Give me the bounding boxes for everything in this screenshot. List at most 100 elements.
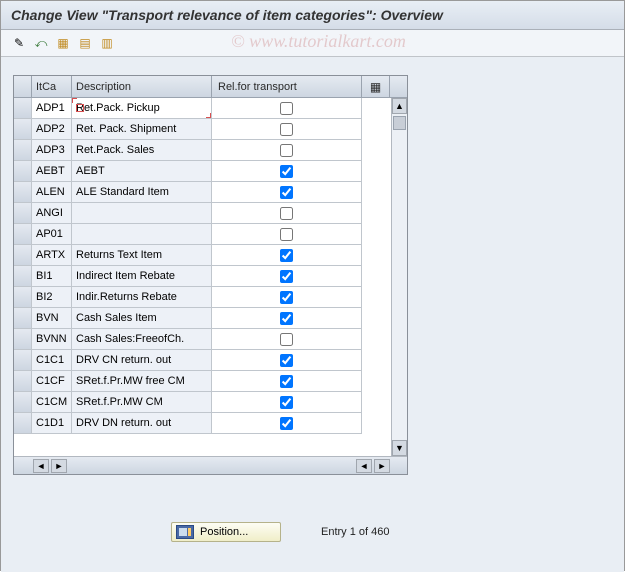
rel-checkbox[interactable] xyxy=(280,102,293,115)
description-cell[interactable]: Ret.Pack. Sales xyxy=(72,140,212,161)
description-column-header[interactable]: Description xyxy=(72,76,212,97)
description-cell[interactable]: Ret. Pack. Shipment xyxy=(72,119,212,140)
row-selector[interactable] xyxy=(14,308,32,329)
table-row[interactable]: AEBTAEBT xyxy=(14,161,380,182)
table-row[interactable]: ALENALE Standard Item xyxy=(14,182,380,203)
table-row[interactable]: C1CFSRet.f.Pr.MW free CM xyxy=(14,371,380,392)
hscroll-left-icon[interactable]: ◄ xyxy=(33,459,49,473)
configure-column-icon[interactable]: ▦ xyxy=(362,76,390,97)
row-selector[interactable] xyxy=(14,413,32,434)
itca-cell[interactable]: C1CF xyxy=(32,371,72,392)
description-cell[interactable]: AEBT xyxy=(72,161,212,182)
table-row[interactable]: ADP2Ret. Pack. Shipment xyxy=(14,119,380,140)
table-row[interactable]: BVNCash Sales Item xyxy=(14,308,380,329)
toggle-icon[interactable]: ✎ xyxy=(9,34,29,52)
rel-column-header[interactable]: Rel.for transport xyxy=(212,76,362,97)
row-selector[interactable] xyxy=(14,245,32,266)
row-selector[interactable] xyxy=(14,392,32,413)
itca-cell[interactable]: BI2 xyxy=(32,287,72,308)
description-cell[interactable]: DRV DN return. out xyxy=(72,413,212,434)
table-row[interactable]: C1C1DRV CN return. out xyxy=(14,350,380,371)
itca-cell[interactable]: ADP2 xyxy=(32,119,72,140)
itca-cell[interactable]: AEBT xyxy=(32,161,72,182)
rel-checkbox[interactable] xyxy=(280,186,293,199)
deselect-icon[interactable]: ▥ xyxy=(97,34,117,52)
row-selector[interactable] xyxy=(14,98,32,119)
scroll-down-icon[interactable]: ▼ xyxy=(392,440,407,456)
row-selector[interactable] xyxy=(14,224,32,245)
itca-cell[interactable]: C1D1 xyxy=(32,413,72,434)
description-cell[interactable]: Ret.Pack. Pickup xyxy=(72,98,212,119)
rel-checkbox[interactable] xyxy=(280,228,293,241)
row-selector[interactable] xyxy=(14,371,32,392)
description-cell[interactable]: Indir.Returns Rebate xyxy=(72,287,212,308)
table-row[interactable]: C1CMSRet.f.Pr.MW CM xyxy=(14,392,380,413)
row-selector[interactable] xyxy=(14,119,32,140)
description-cell[interactable]: ALE Standard Item xyxy=(72,182,212,203)
row-selector[interactable] xyxy=(14,266,32,287)
hscroll-left2-icon[interactable]: ◄ xyxy=(356,459,372,473)
table-row[interactable]: BVNNCash Sales:FreeofCh. xyxy=(14,329,380,350)
description-cell[interactable] xyxy=(72,224,212,245)
rel-checkbox[interactable] xyxy=(280,249,293,262)
itca-cell[interactable]: ARTX xyxy=(32,245,72,266)
table-row[interactable]: BI2Indir.Returns Rebate xyxy=(14,287,380,308)
itca-cell[interactable]: BI1 xyxy=(32,266,72,287)
description-cell[interactable]: SRet.f.Pr.MW CM xyxy=(72,392,212,413)
itca-cell[interactable]: C1CM xyxy=(32,392,72,413)
description-cell[interactable] xyxy=(72,203,212,224)
rel-checkbox[interactable] xyxy=(280,396,293,409)
itca-cell[interactable]: AP01 xyxy=(32,224,72,245)
rel-checkbox[interactable] xyxy=(280,312,293,325)
itca-cell[interactable]: BVNN xyxy=(32,329,72,350)
row-selector[interactable] xyxy=(14,161,32,182)
row-selector[interactable] xyxy=(14,140,32,161)
row-selector[interactable] xyxy=(14,329,32,350)
table-row[interactable]: C1D1DRV DN return. out xyxy=(14,413,380,434)
vertical-scrollbar[interactable]: ▲ ▼ xyxy=(391,98,407,456)
rel-checkbox[interactable] xyxy=(280,333,293,346)
table-row[interactable]: ADP3Ret.Pack. Sales xyxy=(14,140,380,161)
row-selector[interactable] xyxy=(14,287,32,308)
rel-checkbox[interactable] xyxy=(280,375,293,388)
table-row[interactable]: ANGI xyxy=(14,203,380,224)
rel-checkbox[interactable] xyxy=(280,417,293,430)
hscroll-right-icon[interactable]: ► xyxy=(51,459,67,473)
description-cell[interactable]: SRet.f.Pr.MW free CM xyxy=(72,371,212,392)
select-column-header[interactable] xyxy=(14,76,32,97)
description-cell[interactable]: Cash Sales:FreeofCh. xyxy=(72,329,212,350)
hscroll-right2-icon[interactable]: ► xyxy=(374,459,390,473)
select-all-icon[interactable]: ▦ xyxy=(53,34,73,52)
itca-cell[interactable]: ALEN xyxy=(32,182,72,203)
table-row[interactable]: AP01 xyxy=(14,224,380,245)
itca-column-header[interactable]: ItCa xyxy=(32,76,72,97)
position-button[interactable]: Position... xyxy=(171,522,281,542)
rel-checkbox[interactable] xyxy=(280,165,293,178)
description-cell[interactable]: DRV CN return. out xyxy=(72,350,212,371)
select-block-icon[interactable]: ▤ xyxy=(75,34,95,52)
scroll-thumb[interactable] xyxy=(393,116,406,130)
itca-cell[interactable]: ADP3 xyxy=(32,140,72,161)
horizontal-scrollbar[interactable]: ◄ ► ◄ ► xyxy=(14,456,407,474)
table-row[interactable]: ARTXReturns Text Item xyxy=(14,245,380,266)
rel-checkbox[interactable] xyxy=(280,291,293,304)
scroll-up-icon[interactable]: ▲ xyxy=(392,98,407,114)
row-selector[interactable] xyxy=(14,203,32,224)
undo-icon[interactable]: ⤺ xyxy=(31,34,51,52)
itca-cell[interactable]: ANGI xyxy=(32,203,72,224)
description-cell[interactable]: Indirect Item Rebate xyxy=(72,266,212,287)
table-row[interactable]: BI1Indirect Item Rebate xyxy=(14,266,380,287)
row-selector[interactable] xyxy=(14,350,32,371)
rel-checkbox[interactable] xyxy=(280,270,293,283)
itca-cell[interactable]: ADP1 xyxy=(32,98,72,119)
rel-checkbox[interactable] xyxy=(280,354,293,367)
description-cell[interactable]: Returns Text Item xyxy=(72,245,212,266)
table-row[interactable]: ADP1Ret.Pack. Pickup xyxy=(14,98,380,119)
scroll-track[interactable] xyxy=(392,114,407,440)
description-cell[interactable]: Cash Sales Item xyxy=(72,308,212,329)
rel-checkbox[interactable] xyxy=(280,144,293,157)
itca-cell[interactable]: C1C1 xyxy=(32,350,72,371)
row-selector[interactable] xyxy=(14,182,32,203)
itca-cell[interactable]: BVN xyxy=(32,308,72,329)
rel-checkbox[interactable] xyxy=(280,207,293,220)
